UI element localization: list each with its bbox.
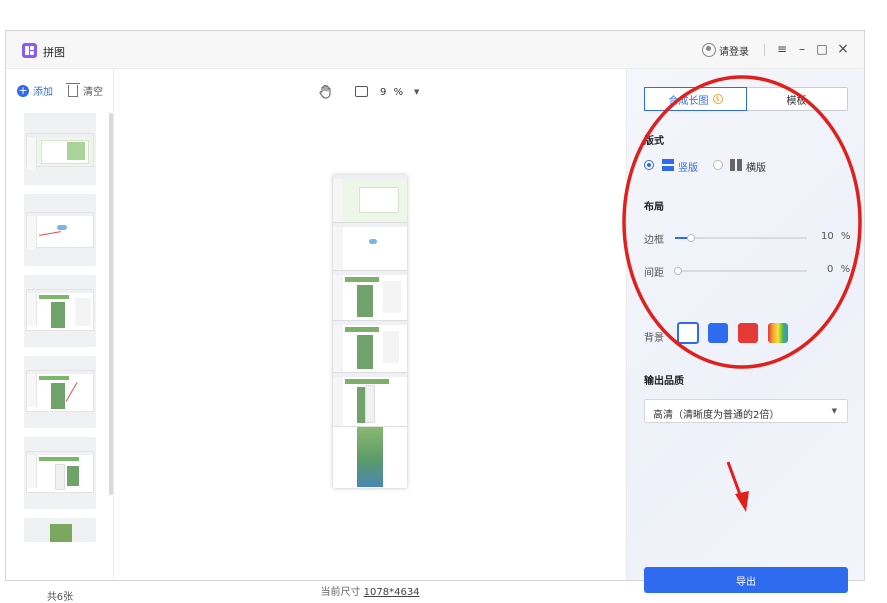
hand-pan-icon[interactable] <box>319 84 333 99</box>
zoom-level[interactable]: 9 % <box>380 87 403 98</box>
background-blue-swatch[interactable] <box>708 323 728 343</box>
portrait-label[interactable]: 竖版 <box>678 159 698 174</box>
maximize-icon: □ <box>816 42 828 56</box>
app-title: 拼图 <box>43 46 65 59</box>
minimize-icon: – <box>799 42 805 56</box>
user-avatar-icon <box>702 43 716 57</box>
border-value: 10 % <box>821 231 850 242</box>
export-label: 导出 <box>736 576 756 588</box>
clear-button[interactable]: 清空 <box>66 82 103 98</box>
thumbnail-item[interactable] <box>24 437 96 509</box>
background-label: 背景 <box>644 333 664 344</box>
image-count: 共6张 <box>46 592 74 603</box>
spacing-value: 0 % <box>827 264 850 275</box>
landscape-radio[interactable] <box>713 160 723 170</box>
thumbnail-item[interactable] <box>24 275 96 347</box>
portrait-layout-icon <box>662 159 674 171</box>
title-bar: 拼图 请登录 ≡ – □ × <box>6 31 864 69</box>
thumbnail-item[interactable] <box>24 356 96 428</box>
export-button[interactable]: 导出 <box>644 567 848 593</box>
close-button[interactable]: × <box>835 41 851 57</box>
spacing-value-unit: % <box>840 264 851 275</box>
background-rainbow-swatch[interactable] <box>768 323 788 343</box>
tab-long-image[interactable]: 合成长图 $ <box>644 87 747 111</box>
maximize-button[interactable]: □ <box>814 41 830 57</box>
tab-long-image-label: 合成长图 <box>668 95 709 107</box>
thumbnail-panel: + 添加 清空 共6张 <box>6 69 114 603</box>
border-value-number: 10 <box>821 231 834 242</box>
thumbnail-item[interactable] <box>24 113 96 185</box>
chevron-down-icon: ▼ <box>831 407 837 415</box>
spacing-label: 间距 <box>644 268 664 279</box>
coin-badge-icon: $ <box>712 94 723 104</box>
titlebar-divider <box>764 44 765 56</box>
menu-icon: ≡ <box>776 42 788 56</box>
fit-screen-icon[interactable] <box>355 86 368 97</box>
border-value-unit: % <box>840 231 851 242</box>
add-button[interactable]: + 添加 <box>17 83 53 98</box>
thumbnail-item[interactable] <box>24 518 96 542</box>
background-red-swatch[interactable] <box>738 323 758 343</box>
login-label: 请登录 <box>719 46 749 58</box>
zoom-dropdown-icon[interactable]: ▼ <box>414 88 419 96</box>
spacing-value-number: 0 <box>827 264 834 275</box>
tab-template[interactable]: 模板 <box>746 88 847 110</box>
border-label: 边框 <box>644 235 664 246</box>
spacing-slider[interactable] <box>674 267 807 275</box>
zoom-unit: % <box>393 87 404 98</box>
minimize-button[interactable]: – <box>794 41 810 57</box>
canvas-area: 9 % ▼ 当前尺寸 1078*4634 <box>115 69 625 598</box>
close-icon: × <box>837 41 849 57</box>
quality-select[interactable]: 高清（清晰度为普通的2倍） ▼ <box>644 399 848 423</box>
landscape-label[interactable]: 横版 <box>746 159 766 174</box>
app-window: 拼图 请登录 ≡ – □ × + 添加 清空 共6张 9 % ▼ 当前尺寸 10… <box>5 30 865 603</box>
menu-button[interactable]: ≡ <box>774 41 790 57</box>
zoom-value: 9 <box>380 87 387 98</box>
add-label: 添加 <box>33 87 53 98</box>
login-button[interactable]: 请登录 <box>702 42 749 58</box>
quality-selected-value: 高清（清晰度为普通的2倍） <box>653 410 780 421</box>
style-section-title: 版式 <box>644 136 664 147</box>
background-white-swatch[interactable] <box>677 322 699 344</box>
mode-tabs: 合成长图 $ 模板 <box>644 87 848 111</box>
border-slider-handle[interactable] <box>687 234 695 242</box>
border-slider[interactable] <box>675 234 807 242</box>
quality-section-title: 输出品质 <box>644 376 684 387</box>
long-image-preview <box>333 175 407 488</box>
trash-icon <box>66 82 80 97</box>
thumbnail-scrollbar[interactable] <box>109 113 113 495</box>
tab-template-label: 模板 <box>786 95 807 107</box>
canvas-size-info: 当前尺寸 1078*4634 <box>115 583 625 598</box>
landscape-layout-icon <box>730 159 742 171</box>
app-logo-icon <box>22 43 37 58</box>
settings-panel: 合成长图 $ 模板 版式 竖版 横版 布局 边框 10 % 间距 0 % 背景 … <box>626 69 864 593</box>
thumbnail-item[interactable] <box>24 194 96 266</box>
layout-section-title: 布局 <box>644 202 664 213</box>
clear-label: 清空 <box>83 87 103 98</box>
portrait-radio[interactable] <box>644 160 654 170</box>
spacing-slider-handle[interactable] <box>674 267 682 275</box>
plus-icon: + <box>17 83 29 97</box>
